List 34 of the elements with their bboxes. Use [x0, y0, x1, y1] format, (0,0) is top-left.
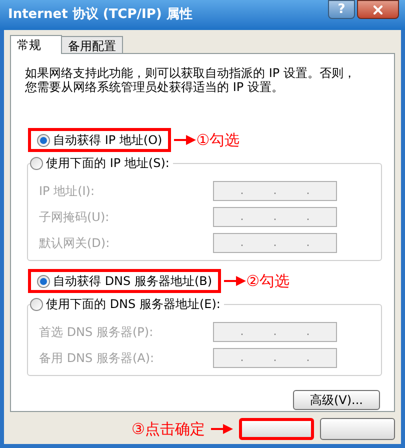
option-label: 使用下面的 IP 地址(S): — [46, 155, 170, 172]
annotation-text: ②勾选 — [246, 270, 290, 292]
field-value: . . . — [240, 324, 310, 340]
field-label: 默认网关(D): — [39, 235, 111, 252]
arrow-icon — [174, 135, 196, 145]
field-label: 首选 DNS 服务器(P): — [39, 324, 154, 341]
option-label: 自动获得 DNS 服务器地址(B) — [53, 273, 212, 290]
description-text: 如果网络支持此功能，则可以获取自动指派的 IP 设置。否则，您需要从网络系统管理员处获得适当的 IP 设置。 — [24, 65, 356, 94]
field-value: . . . — [240, 350, 310, 366]
radio-button[interactable] — [30, 298, 43, 310]
advanced-button[interactable]: 高级(V)... — [293, 390, 380, 410]
dialog-button[interactable] — [320, 418, 395, 440]
field-label: IP 地址(I): — [39, 183, 96, 200]
help-button[interactable]: ? — [328, 0, 355, 19]
annotation-text: ①勾选 — [196, 130, 240, 151]
field-label: 备用 DNS 服务器(A): — [39, 350, 156, 367]
field-label: 子网掩码(U): — [39, 209, 110, 226]
radio-button[interactable] — [37, 274, 50, 288]
close-icon — [371, 2, 385, 16]
window-title: Internet 协议 (TCP/IP) 属性 — [8, 6, 194, 24]
arrow-icon — [224, 276, 246, 286]
arrow-icon — [211, 424, 233, 434]
dialog-button[interactable] — [239, 418, 314, 440]
field-value: . . . — [240, 208, 310, 225]
tab[interactable]: 备用配置 — [61, 36, 123, 53]
annotation-text: ③点击确定 — [132, 419, 205, 440]
field-value: . . . — [240, 182, 310, 199]
option-label: 使用下面的 DNS 服务器地址(E): — [46, 296, 220, 313]
close-button[interactable] — [357, 0, 399, 19]
field-value: . . . — [240, 234, 310, 251]
radio-button[interactable] — [30, 156, 43, 170]
option-label: 自动获得 IP 地址(O) — [53, 132, 162, 149]
tab[interactable]: 常规 — [10, 35, 62, 54]
radio-button[interactable] — [37, 134, 50, 146]
